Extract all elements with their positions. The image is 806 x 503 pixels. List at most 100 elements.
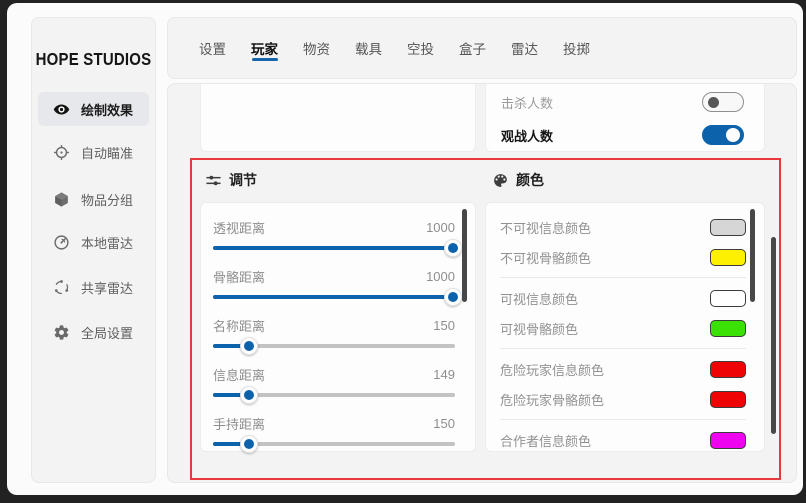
bone-distance-slider[interactable] (213, 288, 462, 306)
toggle-knob (708, 96, 719, 108)
slider-row-info-distance: 信息距离 149 (213, 364, 455, 404)
toggle-knob (726, 128, 740, 142)
tab-airdrop[interactable]: 空投 (407, 18, 434, 78)
spectator-count-label: 观战人数 (501, 128, 554, 144)
kill-count-label: 击杀人数 (501, 95, 554, 111)
eye-icon (53, 101, 70, 118)
sidebar-item-draw-effects[interactable]: 绘制效果 (38, 92, 149, 126)
slider-label: 手持距离 (213, 416, 266, 432)
radar-icon (53, 234, 70, 251)
slider-handle[interactable] (240, 337, 259, 355)
color-card: 不可视信息颜色 不可视骨骼颜色 可视信息颜色 可视骨骼颜色 危险玩家信息颜色 危… (485, 202, 765, 452)
slider-value: 1000 (426, 268, 455, 284)
spectator-count-toggle[interactable] (702, 125, 744, 145)
color-label: 不可视骨骼颜色 (500, 250, 592, 266)
player-count-card: 击杀人数 观战人数 (485, 84, 765, 152)
color-label: 危险玩家信息颜色 (500, 362, 605, 378)
color-label: 可视骨骼颜色 (500, 321, 579, 337)
slider-label: 名称距离 (213, 318, 266, 334)
color-row-danger-info: 危险玩家信息颜色 (500, 354, 746, 384)
danger-player-bone-color-swatch[interactable] (710, 390, 746, 408)
tab-crate[interactable]: 盒子 (459, 18, 486, 78)
color-card-scrollbar[interactable] (750, 209, 755, 302)
color-row-visible-bone: 可视骨骼颜色 (500, 313, 746, 343)
perspective-distance-slider[interactable] (213, 239, 462, 257)
sidebar-item-item-groups[interactable]: 物品分组 (38, 182, 149, 216)
slider-row-held-distance: 手持距离 150 (213, 413, 455, 453)
tab-loot[interactable]: 物资 (303, 18, 330, 78)
slider-value: 1000 (426, 219, 455, 235)
teammate-info-color-swatch[interactable] (710, 431, 746, 449)
visible-info-color-swatch[interactable] (710, 289, 746, 307)
name-distance-slider[interactable] (213, 337, 455, 355)
adjust-section-title: 调节 (229, 172, 257, 188)
color-row-invisible-bone: 不可视骨骼颜色 (500, 242, 746, 272)
divider (500, 348, 746, 349)
slider-handle[interactable] (443, 239, 462, 257)
tab-throwable[interactable]: 投掷 (563, 18, 590, 78)
color-label: 不可视信息颜色 (500, 220, 592, 236)
tab-radar[interactable]: 雷达 (511, 18, 538, 78)
sidebar-item-label: 物品分组 (81, 192, 134, 208)
adjust-card: 透视距离 1000 骨骼距离 1000 名称距离 150 信息距离 149 手持… (200, 202, 476, 453)
color-label: 合作者信息颜色 (500, 433, 592, 449)
divider (500, 419, 746, 420)
danger-player-info-color-swatch[interactable] (710, 360, 746, 378)
share-network-icon (53, 279, 70, 296)
color-row-visible-info: 可视信息颜色 (500, 283, 746, 313)
divider (500, 277, 746, 278)
kill-count-toggle[interactable] (702, 92, 744, 112)
page-scrollbar[interactable] (771, 237, 776, 434)
cube-icon (53, 191, 70, 208)
sidebar-item-label: 共享雷达 (81, 280, 134, 296)
tab-settings[interactable]: 设置 (199, 18, 226, 78)
sidebar-item-label: 自动瞄准 (81, 145, 134, 161)
invisible-info-color-swatch[interactable] (710, 218, 746, 236)
slider-fill (213, 295, 453, 299)
top-tab-bar: 设置 玩家 物资 载具 空投 盒子 雷达 投掷 (167, 17, 797, 79)
sidebar-item-label: 绘制效果 (81, 102, 134, 118)
color-row-invisible-info: 不可视信息颜色 (500, 212, 746, 242)
info-distance-slider[interactable] (213, 386, 455, 404)
slider-label: 信息距离 (213, 367, 266, 383)
sliders-icon (206, 175, 221, 185)
crosshair-icon (53, 144, 70, 161)
adjust-section-header: 调节 (205, 170, 257, 190)
slider-value: 150 (433, 317, 455, 333)
color-label: 可视信息颜色 (500, 291, 579, 307)
slider-label: 骨骼距离 (213, 269, 266, 285)
app-window: HOPE STUDIOS 绘制效果 自动瞄准 物品分组 本地雷达 共享雷达 全局… (7, 3, 803, 495)
visible-bone-color-swatch[interactable] (710, 319, 746, 337)
slider-handle[interactable] (443, 288, 462, 306)
scrolled-card-top-left (200, 84, 476, 152)
brand-logo: HOPE STUDIOS (35, 49, 152, 70)
color-row-teammate-info: 合作者信息颜色 (500, 425, 746, 455)
slider-row-bone-distance: 骨骼距离 1000 (213, 266, 462, 306)
slider-value: 149 (433, 366, 455, 382)
sidebar-item-global-settings[interactable]: 全局设置 (38, 315, 149, 349)
slider-row-name-distance: 名称距离 150 (213, 315, 455, 355)
slider-row-perspective-distance: 透视距离 1000 (213, 217, 462, 257)
color-label: 危险玩家骨骼颜色 (500, 392, 605, 408)
tab-vehicle[interactable]: 载具 (355, 18, 382, 78)
slider-handle[interactable] (240, 386, 259, 404)
sidebar-item-label: 本地雷达 (81, 235, 134, 251)
slider-handle[interactable] (240, 435, 259, 453)
sidebar-item-auto-aim[interactable]: 自动瞄准 (38, 135, 149, 169)
color-row-danger-bone: 危险玩家骨骼颜色 (500, 384, 746, 414)
sidebar-item-local-radar[interactable]: 本地雷达 (38, 225, 149, 259)
palette-icon (494, 173, 507, 187)
gear-icon (53, 324, 70, 341)
main-panel: 击杀人数 观战人数 调节 透视距离 1000 骨骼距离 1000 名称距离 15… (167, 83, 797, 483)
tab-player[interactable]: 玩家 (251, 18, 278, 78)
color-section-title: 颜色 (516, 172, 544, 188)
slider-value: 150 (433, 415, 455, 431)
sidebar-item-shared-radar[interactable]: 共享雷达 (38, 270, 149, 304)
invisible-bone-color-swatch[interactable] (710, 248, 746, 266)
slider-fill (213, 246, 453, 250)
slider-label: 透视距离 (213, 220, 266, 236)
sidebar: HOPE STUDIOS 绘制效果 自动瞄准 物品分组 本地雷达 共享雷达 全局… (31, 17, 156, 483)
adjust-card-scrollbar[interactable] (462, 209, 467, 302)
color-section-header: 颜色 (492, 170, 544, 190)
held-distance-slider[interactable] (213, 435, 455, 453)
